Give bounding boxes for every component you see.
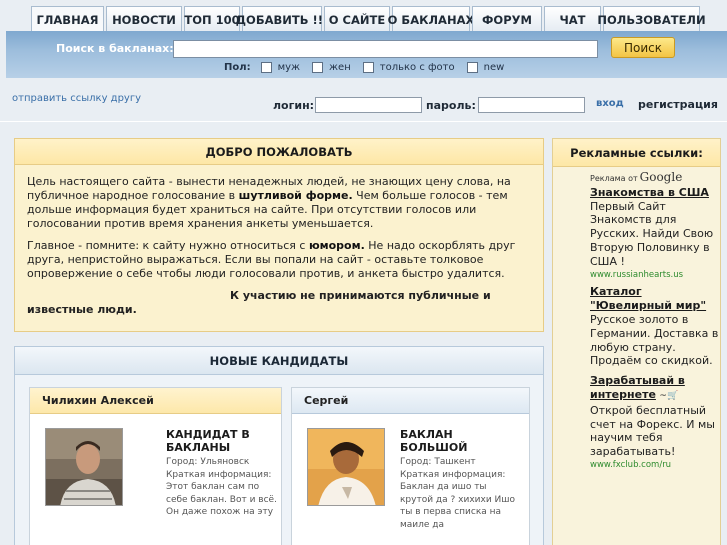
ads-body: Реклама от Google Знакомства в США Первый… [553,167,720,473]
candidate-name[interactable]: Сергей [292,388,529,414]
ad-link-1[interactable]: Знакомства в США [590,186,720,200]
candidate-photo[interactable] [45,428,123,506]
welcome-paragraph-3: К участию не принимаются публичные и изв… [27,289,491,316]
tab-main[interactable]: ГЛАВНАЯ [31,6,104,32]
filter-male[interactable]: муж [260,62,301,73]
search-label: Поиск в бакланах: [56,42,174,55]
login-button[interactable]: вход [596,98,624,109]
tab-about-site[interactable]: О САЙТЕ [324,6,390,32]
candidate-card[interactable]: Чилихин Алексей КАНДИДАТ В БАКЛАНЫ Город… [29,387,282,545]
ad-text-3: Открой бесплатный счет на Форекс. И мы н… [590,403,715,459]
search-button[interactable]: Поиск [611,37,675,58]
welcome-paragraph-2: Главное - помните: к сайту нужно относит… [27,239,531,281]
candidate-description: Краткая информация: Этот баклан сам по с… [166,469,277,518]
header-divider [0,121,727,122]
candidate-city: Город: Ташкент [400,457,476,467]
ads-badge-text: Реклама от [590,174,638,183]
search-input[interactable] [173,40,598,58]
tab-add[interactable]: ДОБАВИТЬ !!! [236,6,328,32]
ads-panel: Рекламные ссылки: Реклама от Google Знако… [552,138,721,545]
tab-users[interactable]: ПОЛЬЗОВАТЕЛИ [597,6,706,32]
female-checkbox[interactable] [312,62,324,73]
ad-text-2: Русское золото в Германии. Доставка в лю… [590,312,719,368]
ad-link-2[interactable]: Каталог "Ювелирный мир" [590,285,720,313]
password-input[interactable] [478,97,585,113]
tab-about-baklans[interactable]: О БАКЛАНАХ [388,6,474,32]
candidate-heading: КАНДИДАТ В БАКЛАНЫ [166,428,250,454]
candidate-photo[interactable] [307,428,385,506]
gender-filters: Пол: муж жен только с фото new [224,62,516,73]
filter-male-label: муж [277,62,301,73]
ad-link-3-row: Зарабатывай в интернете ~🛒 [590,374,720,404]
tab-chat[interactable]: ЧАТ [544,6,601,32]
welcome-paragraph-1: Цель настоящего сайта - вынести ненадежн… [27,175,531,231]
login-input[interactable] [315,97,422,113]
google-logo: Google [639,170,683,184]
tab-news[interactable]: НОВОСТИ [106,6,182,32]
candidate-photo-image [308,429,384,505]
filter-new-label: new [483,62,505,73]
filter-female[interactable]: жен [312,62,351,73]
welcome-p1-bold: шутливой форме. [238,189,353,202]
filter-new[interactable]: new [466,62,505,73]
tab-forum[interactable]: ФОРУМ [472,6,542,32]
password-label: пароль: [426,99,476,112]
ad-url-3[interactable]: www.fxclub.com/ru [590,459,720,473]
welcome-panel: ДОБРО ПОЖАЛОВАТЬ Цель настоящего сайта -… [14,138,544,332]
candidate-name[interactable]: Чилихин Алексей [30,388,281,414]
candidate-info: БАКЛАН БОЛЬШОЙ Город: Ташкент Краткая ин… [400,428,518,531]
welcome-title: ДОБРО ПОЖАЛОВАТЬ [15,139,543,165]
photo-only-checkbox[interactable] [362,62,374,73]
tab-top100[interactable]: ТОП 100 [184,6,240,32]
cart-icon: ~🛒 [659,390,679,401]
candidate-card[interactable]: Сергей БАКЛАН БОЛЬШОЙ Город: Ташкент Кра… [291,387,530,545]
register-link[interactable]: регистрация [638,98,718,111]
new-checkbox[interactable] [466,62,478,73]
login-label: логин: [273,99,315,112]
welcome-text: Цель настоящего сайта - вынести ненадежн… [15,165,543,335]
google-ads-badge[interactable]: Реклама от Google [590,170,720,186]
male-checkbox[interactable] [260,62,272,73]
welcome-p2-text: Главное - помните: к сайту нужно относит… [27,239,309,252]
filter-label: Пол: [224,62,251,73]
login-row: логин: пароль: вход регистрация [0,97,727,117]
candidate-heading: БАКЛАН БОЛЬШОЙ [400,428,468,454]
ad-text-1: Первый Сайт Знакомств для Русских. Найди… [590,199,714,268]
filter-photo-only[interactable]: только с фото [362,62,455,73]
new-candidates-title: НОВЫЕ КАНДИДАТЫ [15,347,543,375]
candidate-city: Город: Ульяновск [166,457,250,467]
ad-url-1[interactable]: www.russianhearts.us [590,269,720,283]
candidate-description: Краткая информация: Баклан да ишо ты кру… [400,469,516,530]
filter-photo-only-label: только с фото [379,62,455,73]
top-navigation: ГЛАВНАЯ НОВОСТИ ТОП 100 ДОБАВИТЬ !!! О С… [0,0,727,32]
welcome-p2-bold: юмором. [308,239,365,252]
ads-title: Рекламные ссылки: [553,139,720,167]
candidate-info: КАНДИДАТ В БАКЛАНЫ Город: Ульяновск Крат… [166,428,278,519]
candidate-photo-image [46,429,122,505]
filter-female-label: жен [329,62,351,73]
